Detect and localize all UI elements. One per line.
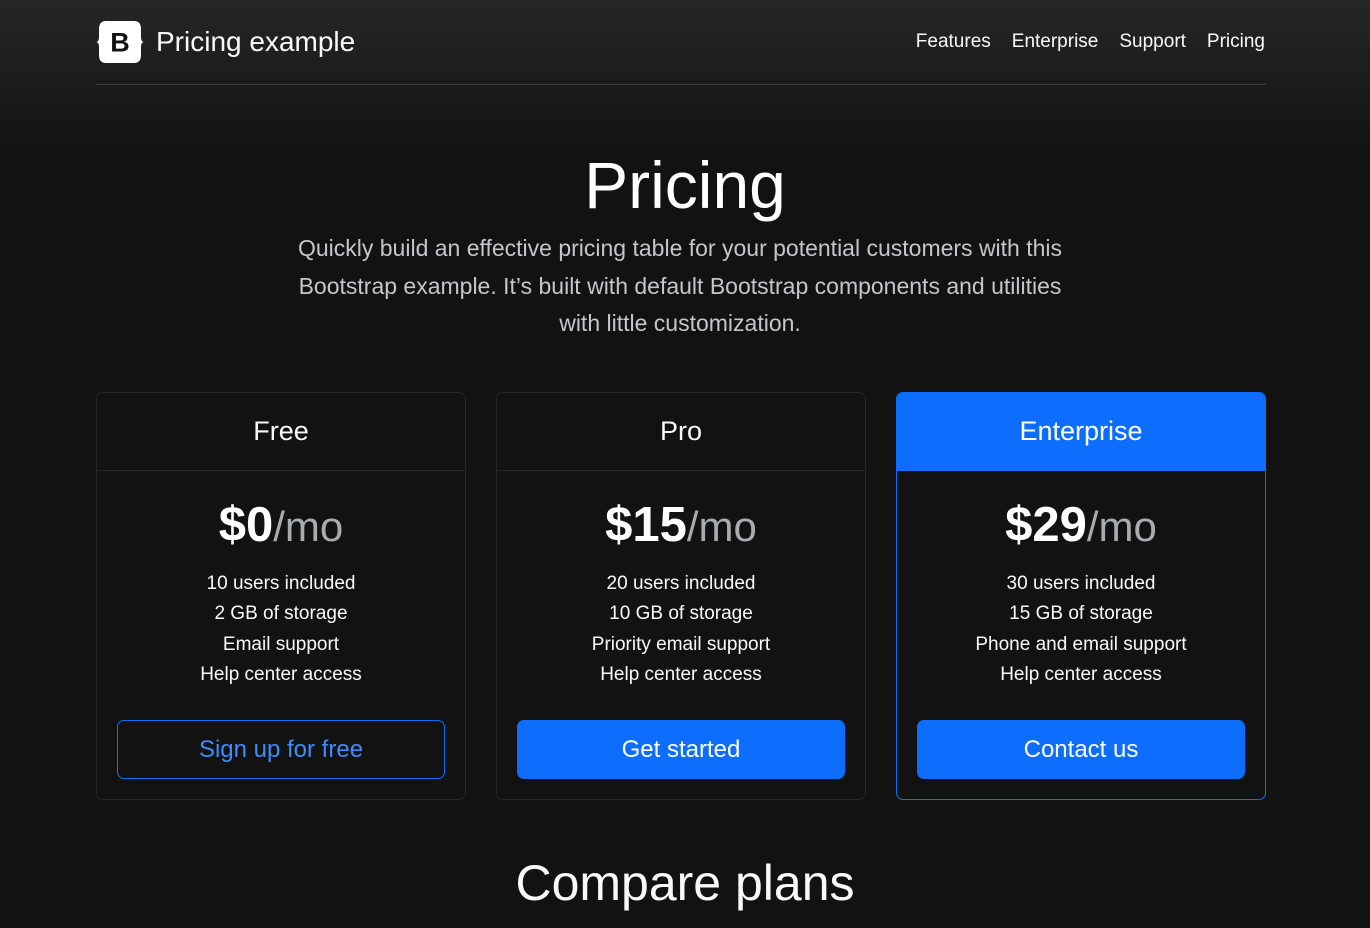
bootstrap-logo-icon: B: [96, 21, 144, 63]
plan-price: $29/mo: [897, 495, 1265, 555]
nav-link-enterprise[interactable]: Enterprise: [1012, 31, 1099, 53]
feature-item: Help center access: [1000, 663, 1162, 685]
contact-us-button[interactable]: Contact us: [917, 720, 1245, 779]
brand-name: Pricing example: [156, 26, 356, 57]
feature-item: 10 users included: [206, 573, 356, 594]
plan-name: Free: [97, 393, 465, 471]
main-nav: Features Enterprise Support Pricing: [916, 31, 1265, 53]
feature-item: 10 GB of storage: [609, 603, 753, 625]
sign-up-free-button[interactable]: Sign up for free: [117, 720, 445, 779]
feature-list: 10 users included 2 GB of storage Email …: [97, 569, 465, 690]
feature-item: 30 users included: [1006, 573, 1156, 594]
price-amount: $15: [605, 498, 687, 552]
get-started-button[interactable]: Get started: [517, 720, 845, 779]
price-amount: $0: [218, 498, 274, 552]
compare-plans-heading: Compare plans: [515, 855, 855, 911]
svg-text:B: B: [110, 28, 130, 58]
hero-lead: Quickly build an effective pricing table…: [297, 235, 1063, 336]
feature-item: 2 GB of storage: [214, 603, 348, 625]
plan-name: Enterprise: [897, 393, 1265, 471]
plan-name: Pro: [497, 393, 865, 471]
price-amount: $29: [1005, 498, 1087, 552]
feature-item: Help center access: [200, 663, 362, 685]
price-period: /mo: [1086, 503, 1157, 550]
feature-item: Help center access: [600, 663, 762, 685]
feature-item: Priority email support: [591, 633, 771, 655]
feature-item: 20 users included: [606, 573, 756, 594]
nav-link-features[interactable]: Features: [916, 31, 991, 53]
nav-link-support[interactable]: Support: [1119, 31, 1186, 53]
plan-price: $0/mo: [97, 495, 465, 555]
feature-item: Email support: [222, 633, 340, 655]
feature-item: 15 GB of storage: [1009, 603, 1153, 625]
brand-link[interactable]: B Pricing example: [96, 21, 355, 63]
site-header: B Pricing example Features Enterprise Su…: [96, 0, 1266, 85]
price-period: /mo: [686, 503, 757, 550]
plan-card-free: Free $0/mo 10 users included 2 GB of sto…: [96, 392, 466, 800]
page: B Pricing example Features Enterprise Su…: [0, 0, 1370, 928]
plan-card-pro: Pro $15/mo 20 users included 10 GB of st…: [496, 392, 866, 800]
feature-list: 30 users included 15 GB of storage Phone…: [897, 569, 1265, 690]
nav-link-pricing[interactable]: Pricing: [1207, 31, 1265, 53]
price-period: /mo: [273, 503, 344, 550]
plan-card-enterprise: Enterprise $29/mo 30 users included 15 G…: [896, 392, 1266, 800]
feature-item: Phone and email support: [975, 633, 1187, 655]
feature-list: 20 users included 10 GB of storage Prior…: [497, 569, 865, 690]
page-title: Pricing: [584, 148, 786, 222]
plan-price: $15/mo: [497, 495, 865, 555]
